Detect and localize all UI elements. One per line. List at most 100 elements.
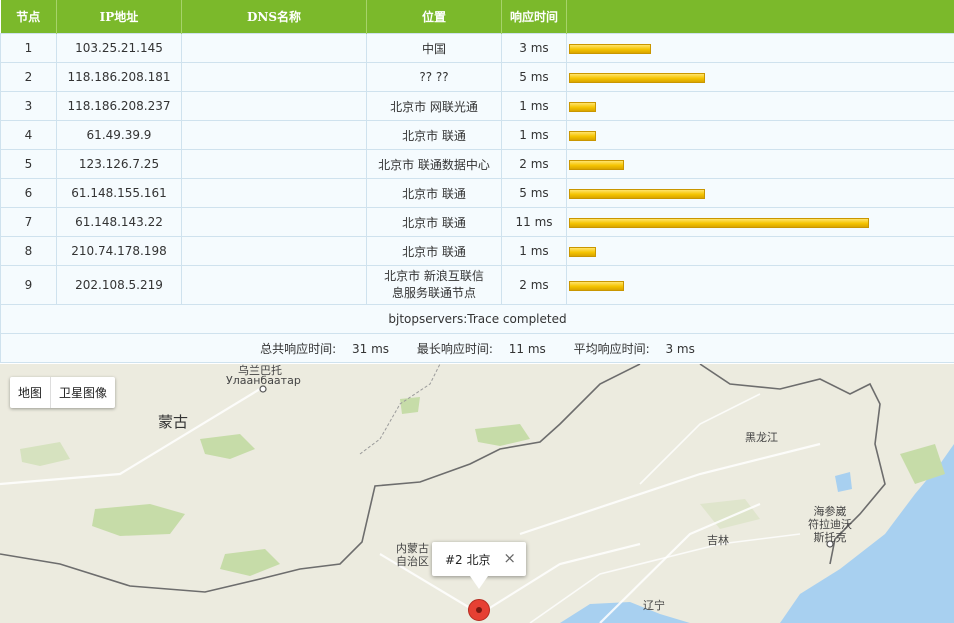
header-dns: DNS名称 [181, 0, 367, 34]
label-jilin: 吉林 [707, 534, 729, 547]
table-row: 8 210.74.178.198 北京市 联通 1 ms [0, 236, 954, 266]
cell-ip: 118.186.208.181 [56, 62, 182, 92]
table-row: 4 61.49.39.9 北京市 联通 1 ms [0, 120, 954, 150]
cell-dns [181, 265, 367, 305]
summary-text: 总共响应时间: 31 ms 最长响应时间: 11 ms 平均响应时间: 3 ms [0, 333, 954, 363]
cell-ip: 202.108.5.219 [56, 265, 182, 305]
cell-time: 1 ms [501, 91, 567, 121]
cell-hop: 9 [0, 265, 57, 305]
map-type-satellite-button[interactable]: 卫星图像 [50, 377, 115, 408]
cell-bar [566, 207, 954, 237]
cell-ip: 61.49.39.9 [56, 120, 182, 150]
cell-dns [181, 149, 367, 179]
response-time-bar [569, 43, 651, 54]
cell-ip: 210.74.178.198 [56, 236, 182, 266]
max-time: 最长响应时间: 11 ms [416, 341, 546, 356]
cell-time: 3 ms [501, 33, 567, 63]
cell-location: 北京市 联通数据中心 [366, 149, 502, 179]
label-liaoning: 辽宁 [643, 599, 665, 612]
cell-location: 中国 [366, 33, 502, 63]
cell-bar [566, 178, 954, 208]
cell-location: 北京市 联通 [366, 178, 502, 208]
response-time-bar [569, 159, 624, 170]
close-icon[interactable]: × [503, 549, 516, 567]
cell-ip: 118.186.208.237 [56, 91, 182, 121]
cell-bar [566, 62, 954, 92]
table-row: 5 123.126.7.25 北京市 联通数据中心 2 ms [0, 149, 954, 179]
avg-time: 平均响应时间: 3 ms [573, 341, 695, 356]
cell-hop: 5 [0, 149, 57, 179]
label-heilongjiang: 黑龙江 [745, 431, 778, 444]
trace-completed-text: bjtopservers:Trace completed [0, 304, 954, 334]
cell-dns [181, 91, 367, 121]
table-row: 2 118.186.208.181 ?? ?? 5 ms [0, 62, 954, 92]
cell-time: 2 ms [501, 149, 567, 179]
cell-dns [181, 33, 367, 63]
response-time-bar [569, 101, 596, 112]
cell-location: ?? ?? [366, 62, 502, 92]
cell-time: 1 ms [501, 120, 567, 150]
map-type-control: 地图 卫星图像 [10, 377, 116, 408]
response-time-bar [569, 72, 705, 83]
cell-bar [566, 120, 954, 150]
header-hop: 节点 [0, 0, 57, 34]
info-window-text: #2 北京 [445, 553, 491, 567]
cell-time: 5 ms [501, 62, 567, 92]
cell-location: 北京市 新浪互联信息服务联通节点 [366, 265, 502, 305]
header-time: 响应时间 [501, 0, 567, 34]
cell-location: 北京市 联通 [366, 236, 502, 266]
response-time-bar [569, 217, 869, 228]
label-ulaanbaatar: Улаанбаатар [226, 374, 301, 387]
map-pin-icon[interactable] [468, 599, 490, 621]
table-row: 1 103.25.21.145 中国 3 ms [0, 33, 954, 63]
cell-time: 11 ms [501, 207, 567, 237]
cell-ip: 123.126.7.25 [56, 149, 182, 179]
cell-bar [566, 265, 954, 305]
cell-ip: 61.148.143.22 [56, 207, 182, 237]
cell-dns [181, 236, 367, 266]
cell-bar [566, 236, 954, 266]
cell-bar [566, 149, 954, 179]
total-time: 总共响应时间: 31 ms [260, 341, 390, 356]
table-row: 6 61.148.155.161 北京市 联通 5 ms [0, 178, 954, 208]
header-ip: IP地址 [56, 0, 182, 34]
cell-hop: 2 [0, 62, 57, 92]
cell-location: 北京市 联通 [366, 207, 502, 237]
completed-row: bjtopservers:Trace completed [0, 304, 954, 334]
cell-bar [566, 33, 954, 63]
cell-location: 北京市 联通 [366, 120, 502, 150]
label-mongolia: 蒙古 [158, 413, 189, 431]
trace-table: 节点 IP地址 DNS名称 位置 响应时间 1 103.25.21.145 中国 3 … [0, 0, 954, 363]
header-bar [566, 0, 954, 34]
table-row: 7 61.148.143.22 北京市 联通 11 ms [0, 207, 954, 237]
cell-bar [566, 91, 954, 121]
summary-row: 总共响应时间: 31 ms 最长响应时间: 11 ms 平均响应时间: 3 ms [0, 333, 954, 363]
info-window: #2 北京 × [432, 542, 526, 589]
label-vladivostok: 海参崴 符拉迪沃 斯托克 [808, 505, 852, 544]
response-time-bar [569, 280, 624, 291]
response-time-bar [569, 130, 596, 141]
cell-hop: 7 [0, 207, 57, 237]
cell-hop: 3 [0, 91, 57, 121]
route-map[interactable]: 地图 卫星图像 乌兰巴托 Улаанбаатар 蒙古 黑龙江 海参崴 符拉迪沃… [0, 364, 954, 623]
cell-time: 1 ms [501, 236, 567, 266]
cell-dns [181, 62, 367, 92]
cell-ip: 103.25.21.145 [56, 33, 182, 63]
response-time-bar [569, 246, 596, 257]
cell-hop: 8 [0, 236, 57, 266]
cell-ip: 61.148.155.161 [56, 178, 182, 208]
table-header-row: 节点 IP地址 DNS名称 位置 响应时间 [0, 0, 954, 34]
cell-dns [181, 178, 367, 208]
cell-dns [181, 207, 367, 237]
cell-hop: 4 [0, 120, 57, 150]
table-row: 9 202.108.5.219 北京市 新浪互联信息服务联通节点 2 ms [0, 265, 954, 305]
info-window-tail [470, 576, 488, 589]
label-inner-mongolia: 内蒙古 自治区 [396, 542, 429, 568]
response-time-bar [569, 188, 705, 199]
cell-hop: 1 [0, 33, 57, 63]
map-type-map-button[interactable]: 地图 [10, 377, 50, 408]
header-location: 位置 [366, 0, 502, 34]
cell-time: 2 ms [501, 265, 567, 305]
cell-dns [181, 120, 367, 150]
cell-time: 5 ms [501, 178, 567, 208]
